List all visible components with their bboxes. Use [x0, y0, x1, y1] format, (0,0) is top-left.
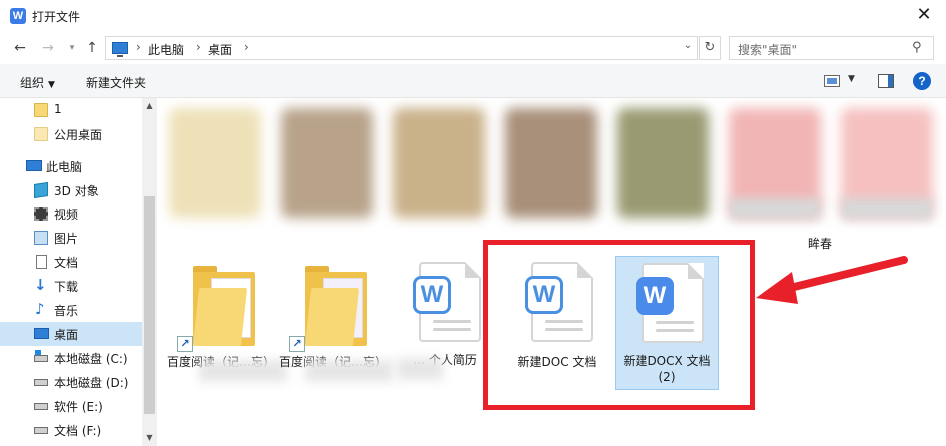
desktop-icon: [34, 328, 49, 339]
window-title: 打开文件: [32, 10, 81, 24]
nav-item-desktop[interactable]: 桌面: [0, 322, 142, 346]
chevron-right-icon[interactable]: ›: [196, 40, 201, 54]
picture-icon: [34, 231, 48, 245]
nav-item-pictures[interactable]: 图片: [0, 226, 142, 250]
document-page-icon: W: [413, 262, 481, 342]
nav-item-drive-e[interactable]: 软件 (E:): [0, 394, 142, 418]
caret-down-icon: ▼: [48, 80, 55, 90]
nav-item-label: 本地磁盘 (D:): [54, 376, 129, 390]
nav-item-label: 3D 对象: [54, 184, 99, 198]
up-icon[interactable]: ↑: [82, 38, 102, 58]
redaction-blur: [305, 360, 393, 382]
nav-item-3d-objects[interactable]: 3D 对象: [0, 178, 142, 202]
nav-item-documents[interactable]: 文档: [0, 250, 142, 274]
wps-app-icon: W: [10, 8, 26, 24]
nav-item-label: 文档 (F:): [54, 424, 102, 438]
redaction-blur: [397, 358, 443, 380]
redaction-blur: [199, 360, 287, 382]
search-icon: ⚲: [912, 40, 922, 55]
music-icon: ♪: [35, 300, 45, 318]
blurred-thumbnail[interactable]: [393, 108, 485, 218]
nav-item-label: 软件 (E:): [54, 400, 103, 414]
blurred-thumbnail[interactable]: [281, 108, 373, 218]
breadcrumb-desktop[interactable]: 桌面: [208, 41, 232, 58]
title-bar: W 打开文件 ✕: [0, 0, 946, 32]
recent-dropdown-icon[interactable]: ▾: [62, 38, 82, 58]
nav-item-folder-1[interactable]: 1: [0, 98, 142, 122]
back-icon[interactable]: ←: [10, 38, 30, 58]
blurred-thumbnail[interactable]: [505, 108, 597, 218]
navigation-pane: 1 公用桌面 此电脑 3D 对象 视频 图片 文档 ↓ 下载 ♪ 音乐 桌面 本…: [0, 98, 157, 446]
document-icon: [36, 255, 47, 269]
nav-item-drive-f[interactable]: 文档 (F:): [0, 418, 142, 442]
computer-icon: [26, 160, 42, 171]
blurred-thumbnail[interactable]: [617, 108, 709, 218]
nav-item-label: 此电脑: [46, 160, 83, 174]
address-dropdown-icon[interactable]: ⌄: [680, 36, 696, 56]
nav-item-label: 公用桌面: [54, 128, 103, 142]
annotation-arrow-icon: [756, 256, 908, 304]
nav-item-label: 文档: [54, 256, 79, 270]
drive-icon: [34, 379, 48, 386]
nav-item-public-desktop[interactable]: 公用桌面: [0, 122, 142, 146]
video-icon: [34, 207, 48, 221]
nav-item-label: 图片: [54, 232, 79, 246]
new-folder-button[interactable]: 新建文件夹: [86, 74, 146, 91]
nav-item-this-pc[interactable]: 此电脑: [0, 154, 142, 178]
highlight-box: [483, 240, 755, 410]
nav-scrollbar[interactable]: ▲ ▼: [142, 98, 157, 446]
nav-item-label: 视频: [54, 208, 79, 222]
drive-icon: [34, 427, 48, 434]
address-bar[interactable]: › 此电脑 › 桌面 ›: [105, 36, 698, 60]
folder-icon: [193, 266, 257, 346]
refresh-button[interactable]: ↻: [699, 36, 721, 60]
blurred-thumbnail[interactable]: [169, 108, 261, 218]
nav-item-label: 下载: [54, 280, 79, 294]
breadcrumb-this-pc[interactable]: 此电脑: [148, 41, 184, 58]
help-icon[interactable]: ?: [913, 72, 931, 90]
nav-item-label: 音乐: [54, 304, 79, 318]
view-options-icon[interactable]: [824, 75, 840, 87]
search-placeholder: 搜索"桌面": [738, 43, 798, 57]
scroll-thumb[interactable]: [144, 196, 155, 414]
forward-icon[interactable]: →: [38, 38, 58, 58]
blurred-label: [729, 198, 821, 220]
organize-button[interactable]: 组织 ▼: [20, 74, 55, 91]
nav-item-downloads[interactable]: ↓ 下载: [0, 274, 142, 298]
nav-item-drive-c[interactable]: 本地磁盘 (C:): [0, 346, 142, 370]
command-toolbar: 组织 ▼ 新建文件夹: [0, 64, 946, 98]
drive-icon: [34, 350, 48, 362]
blurred-label: [841, 198, 933, 220]
folder-icon: [305, 266, 369, 346]
search-input[interactable]: 搜索"桌面" ⚲: [729, 36, 934, 60]
wps-writer-icon: W: [413, 276, 451, 314]
scroll-up-icon[interactable]: ▲: [142, 98, 157, 114]
drive-icon: [34, 403, 48, 410]
folder-icon: [34, 103, 48, 117]
close-button[interactable]: ✕: [902, 0, 946, 32]
nav-item-label: 桌面: [54, 328, 79, 342]
scroll-down-icon[interactable]: ▼: [142, 430, 157, 446]
chevron-right-icon: ›: [136, 40, 141, 54]
computer-icon: [112, 42, 128, 57]
chevron-right-icon[interactable]: ›: [244, 40, 249, 54]
organize-label: 组织: [20, 76, 45, 90]
nav-item-label: 1: [54, 102, 62, 116]
folder-icon: [34, 127, 48, 141]
cube-icon: [34, 182, 48, 198]
shortcut-arrow-icon: ↗: [289, 336, 305, 352]
nav-item-label: 本地磁盘 (C:): [54, 352, 128, 366]
nav-item-drive-d[interactable]: 本地磁盘 (D:): [0, 370, 142, 394]
download-icon: ↓: [34, 276, 47, 294]
view-dropdown-icon[interactable]: ▼: [848, 74, 855, 84]
shortcut-arrow-icon: ↗: [177, 336, 193, 352]
nav-item-videos[interactable]: 视频: [0, 202, 142, 226]
preview-pane-icon[interactable]: [878, 74, 894, 88]
nav-item-music[interactable]: ♪ 音乐: [0, 298, 142, 322]
